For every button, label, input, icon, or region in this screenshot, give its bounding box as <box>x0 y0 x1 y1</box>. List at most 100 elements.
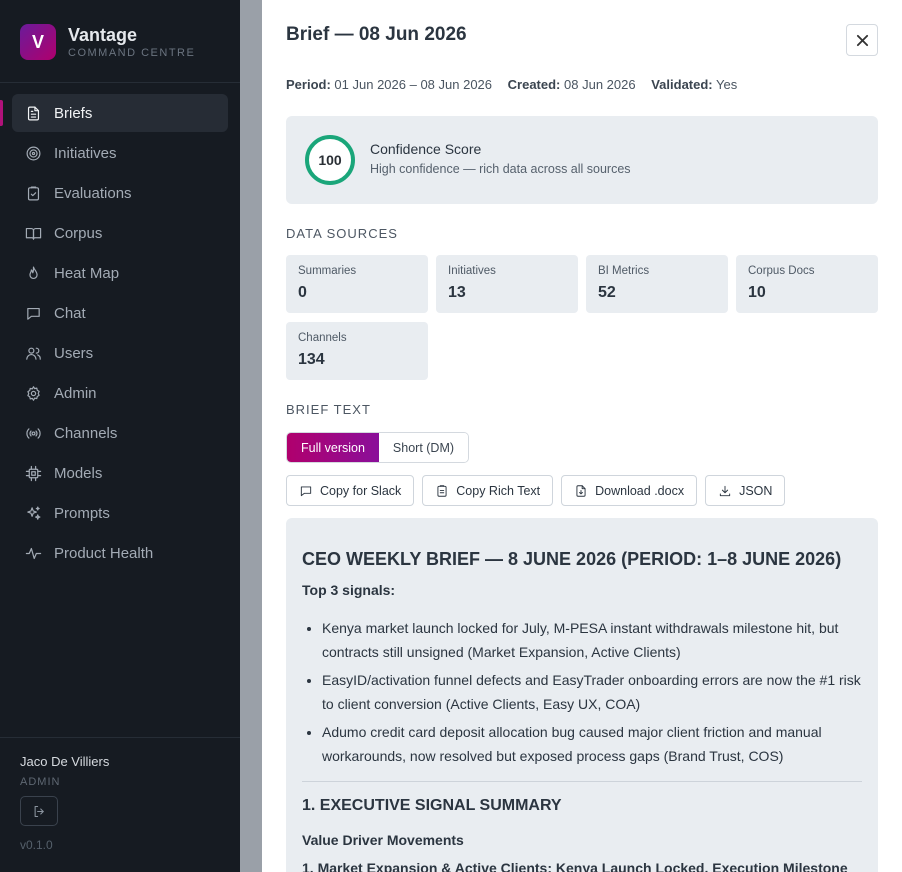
sidebar-item-label: Prompts <box>54 504 110 522</box>
sidebar-item-chat[interactable]: Chat <box>12 294 228 332</box>
sidebar-item-product-health[interactable]: Product Health <box>12 534 228 572</box>
version-toggle: Full version Short (DM) <box>286 432 470 463</box>
sidebar-item-label: Briefs <box>54 104 93 122</box>
chat-bubble-icon <box>300 485 312 496</box>
sidebar-item-heat-map[interactable]: Heat Map <box>12 254 228 292</box>
sidebar-item-briefs[interactable]: Briefs <box>12 94 228 132</box>
brand-name: Vantage <box>68 25 138 45</box>
close-icon <box>856 34 868 46</box>
download-icon <box>719 485 731 496</box>
user-role: ADMIN <box>20 776 61 788</box>
book-open-icon <box>24 224 42 242</box>
sidebar-item-evaluations[interactable]: Evaluations <box>12 174 228 212</box>
logout-icon <box>34 805 44 817</box>
sidebar-divider <box>0 737 240 738</box>
copy-rich-text-button[interactable]: Copy Rich Text <box>422 475 554 506</box>
stat-label: BI Metrics <box>598 265 650 277</box>
users-icon <box>24 344 42 362</box>
clipboard-icon <box>437 484 447 497</box>
sidebar-item-label: Channels <box>54 424 118 442</box>
button-label: Download .docx <box>595 483 685 498</box>
stat-label: Channels <box>298 332 347 344</box>
list-item: Adumo credit card deposit allocation bug… <box>322 720 866 768</box>
confidence-card: 100 Confidence Score High confidence — r… <box>286 116 878 204</box>
document-icon <box>24 104 42 122</box>
sidebar-item-label: Chat <box>54 304 86 322</box>
full-version-tab[interactable]: Full version <box>287 433 379 462</box>
download-docx-button[interactable]: Download .docx <box>561 475 698 506</box>
stat-initiatives: Initiatives 13 <box>436 255 578 313</box>
stat-value: 10 <box>748 284 766 301</box>
stat-corpus-docs: Corpus Docs 10 <box>736 255 878 313</box>
confidence-score-ring: 100 <box>305 135 355 185</box>
stat-value: 134 <box>298 351 325 368</box>
divider <box>302 781 862 782</box>
copy-for-slack-button[interactable]: Copy for Slack <box>286 475 415 506</box>
sidebar-item-label: Product Health <box>54 544 154 562</box>
json-button[interactable]: JSON <box>705 475 786 506</box>
sidebar-item-models[interactable]: Models <box>12 454 228 492</box>
stat-summaries: Summaries 0 <box>286 255 428 313</box>
pulse-icon <box>24 544 42 562</box>
user-name: Jaco De Villiers <box>20 754 110 769</box>
section-heading: 1. EXECUTIVE SIGNAL SUMMARY <box>302 797 562 814</box>
stat-label: Summaries <box>298 265 357 277</box>
clipboard-check-icon <box>24 184 42 202</box>
brief-lead: Top 3 signals: <box>302 582 396 598</box>
stat-label: Corpus Docs <box>748 265 815 277</box>
period-value: 01 Jun 2026 – 08 Jun 2026 <box>334 77 493 92</box>
sidebar-item-corpus[interactable]: Corpus <box>12 214 228 252</box>
stat-channels: Channels 134 <box>286 322 428 380</box>
flame-icon <box>24 264 42 282</box>
brief-meta: Period: 01 Jun 2026 – 08 Jun 2026 Create… <box>286 77 737 92</box>
sidebar-item-channels[interactable]: Channels <box>12 414 228 452</box>
sidebar-item-initiatives[interactable]: Initiatives <box>12 134 228 172</box>
target-icon <box>24 144 42 162</box>
button-label: JSON <box>739 483 773 498</box>
cpu-chip-icon <box>24 464 42 482</box>
modal-backdrop[interactable] <box>240 0 262 872</box>
sidebar-item-label: Evaluations <box>54 184 132 202</box>
stat-label: Initiatives <box>448 265 496 277</box>
sidebar-item-users[interactable]: Users <box>12 334 228 372</box>
brief-actions: Copy for Slack Copy Rich Text Download .… <box>286 475 793 506</box>
list-item: Kenya market launch locked for July, M-P… <box>322 616 866 664</box>
sparkles-icon <box>24 504 42 522</box>
user-block: Jaco De Villiers ADMIN v0.1.0 <box>20 754 109 852</box>
brand-logo: V <box>20 24 56 60</box>
signals-list: Kenya market launch locked for July, M-P… <box>322 616 866 772</box>
created-value: 08 Jun 2026 <box>564 77 636 92</box>
file-download-icon <box>576 484 586 497</box>
chat-bubble-icon <box>24 304 42 322</box>
close-button[interactable] <box>846 24 878 56</box>
panel-title: Brief — 08 Jun 2026 <box>286 24 467 45</box>
sidebar-item-label: Admin <box>54 384 97 402</box>
list-item: EasyID/activation funnel defects and Eas… <box>322 668 866 716</box>
subsection-heading: Value Driver Movements <box>302 832 464 848</box>
brand-subtitle: COMMAND CENTRE <box>68 47 196 59</box>
validated-label: Validated: <box>651 77 713 92</box>
button-label: Copy for Slack <box>320 483 402 498</box>
brief-detail-panel: Brief — 08 Jun 2026 Period: 01 Jun 2026 … <box>262 0 902 872</box>
confidence-title: Confidence Score <box>370 141 482 157</box>
brief-heading: CEO WEEKLY BRIEF — 8 JUNE 2026 (PERIOD: … <box>302 549 842 569</box>
period-label: Period: <box>286 77 331 92</box>
active-nav-marker <box>0 100 3 126</box>
sidebar-nav: Briefs Initiatives Evaluations Corpus He… <box>12 94 228 574</box>
radio-signal-icon <box>24 424 42 442</box>
sidebar-item-prompts[interactable]: Prompts <box>12 494 228 532</box>
validated-value: Yes <box>716 77 738 92</box>
gear-icon <box>24 384 42 402</box>
sidebar-item-admin[interactable]: Admin <box>12 374 228 412</box>
sidebar-item-label: Corpus <box>54 224 103 242</box>
button-label: Copy Rich Text <box>456 483 541 498</box>
numbered-item-heading: 1. Market Expansion & Active Clients: Ke… <box>302 860 848 872</box>
stat-value: 13 <box>448 284 466 301</box>
brief-content: CEO WEEKLY BRIEF — 8 JUNE 2026 (PERIOD: … <box>286 518 878 872</box>
sidebar-divider <box>0 82 240 83</box>
stat-value: 52 <box>598 284 616 301</box>
confidence-subtitle: High confidence — rich data across all s… <box>370 162 631 176</box>
app-version: v0.1.0 <box>20 838 53 852</box>
logout-button[interactable] <box>20 796 58 826</box>
short-version-tab[interactable]: Short (DM) <box>378 433 469 462</box>
